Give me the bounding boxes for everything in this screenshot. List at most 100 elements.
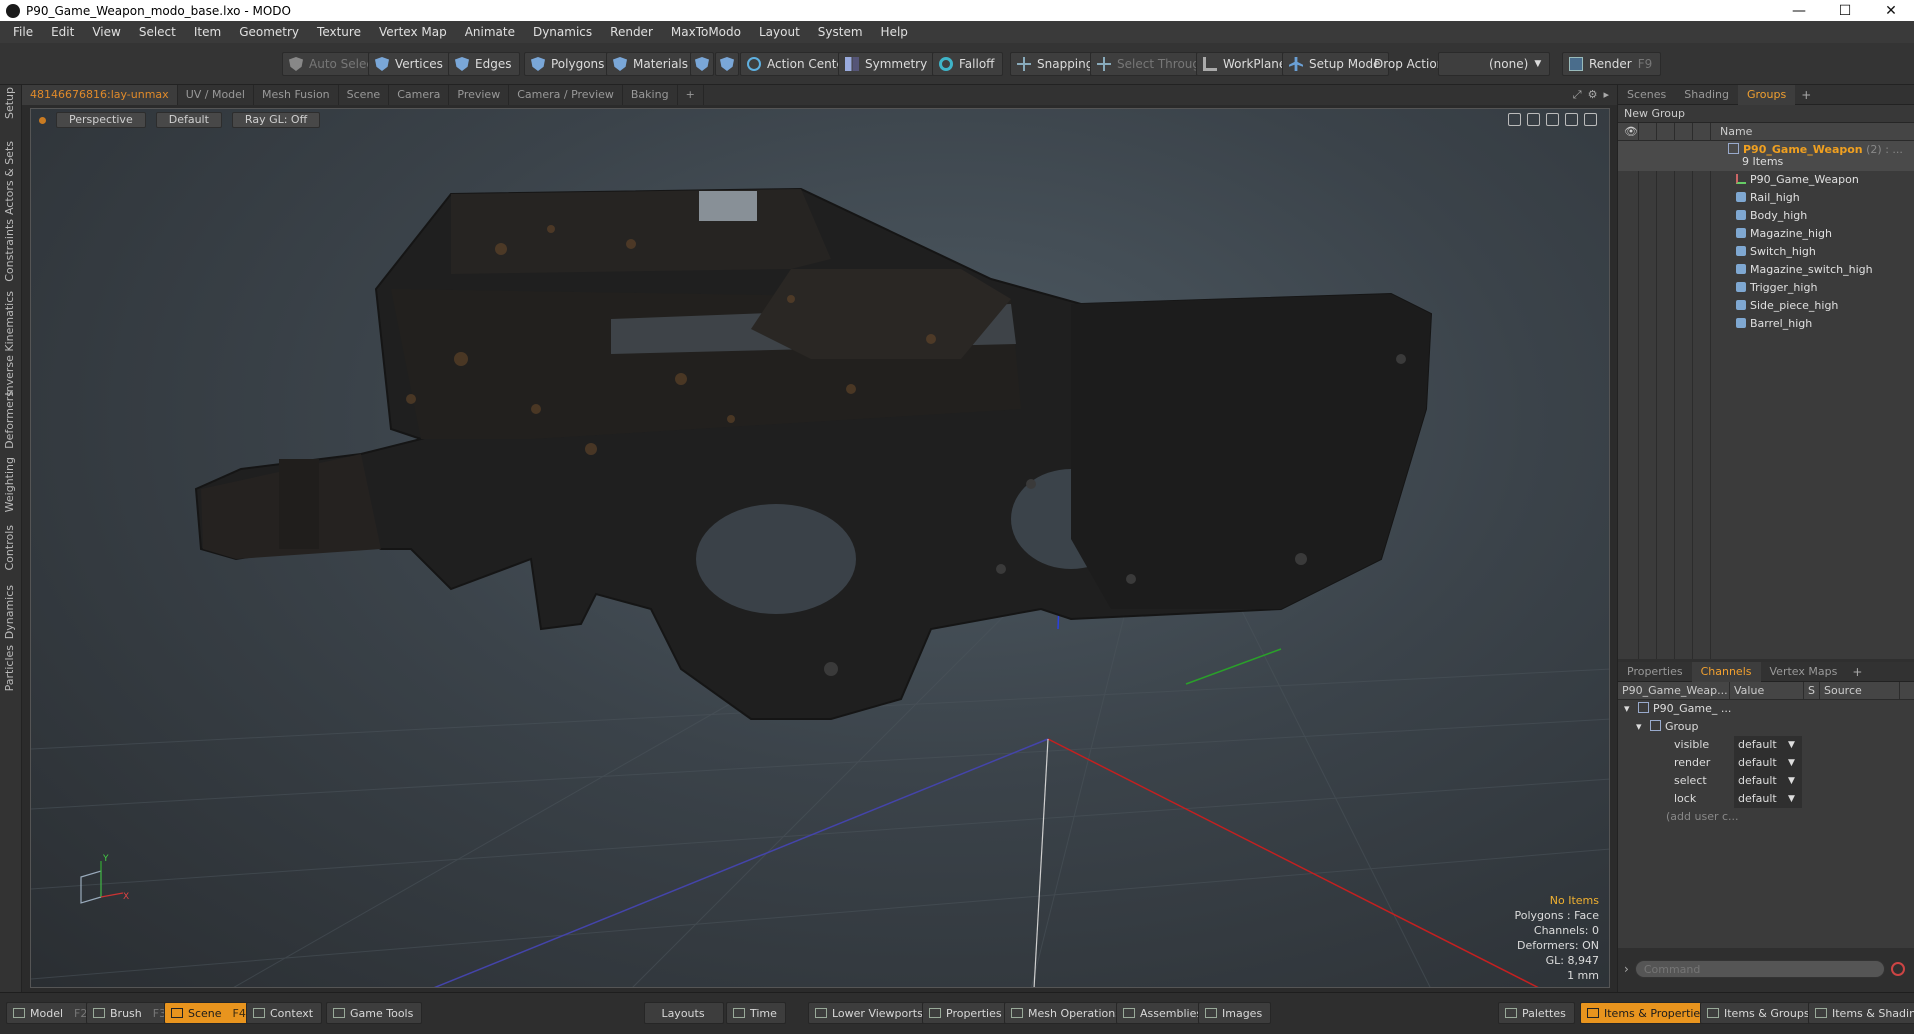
tab-scene[interactable]: Scene (339, 85, 390, 105)
model-layout-button[interactable]: Model F2 (6, 1002, 97, 1024)
materials-button[interactable]: Materials (606, 52, 698, 76)
chevron-right-icon[interactable]: › (1624, 962, 1629, 976)
list-item[interactable]: Body_high (1618, 207, 1914, 225)
new-group-button[interactable]: New Group (1618, 105, 1914, 123)
rotate-icon[interactable] (1527, 113, 1540, 126)
list-item[interactable]: Side_piece_high (1618, 297, 1914, 315)
render-button[interactable]: Render F9 (1562, 52, 1662, 76)
channel-root-row[interactable]: ▾ P90_Game_ ... (1618, 700, 1914, 718)
tab-camera-preview[interactable]: Camera / Preview (509, 85, 623, 105)
list-item[interactable]: Magazine_high (1618, 225, 1914, 243)
properties-button[interactable]: Properties (922, 1002, 1011, 1024)
close-button[interactable]: ✕ (1868, 0, 1914, 21)
tab-groups[interactable]: Groups (1737, 84, 1796, 105)
game-tools-button[interactable]: Game Tools (326, 1002, 423, 1024)
tab-constraints[interactable]: Constraints (3, 219, 16, 282)
menu-layout[interactable]: Layout (750, 25, 809, 39)
list-item[interactable]: Trigger_high (1618, 279, 1914, 297)
viewport-options-icon[interactable] (39, 116, 46, 124)
pan-icon[interactable] (1508, 113, 1521, 126)
chevron-right-icon[interactable]: ▸ (1603, 88, 1609, 102)
tab-mesh-fusion[interactable]: Mesh Fusion (254, 85, 339, 105)
menu-help[interactable]: Help (872, 25, 917, 39)
symmetry-button[interactable]: Symmetry (838, 52, 937, 76)
tab-actors-sets[interactable]: Actors & Sets (3, 141, 16, 215)
channel-row-visible[interactable]: visible default ▼ (1618, 736, 1914, 754)
tab-controls[interactable]: Controls (3, 525, 16, 571)
tab-dynamics[interactable]: Dynamics (3, 585, 16, 639)
mesh-operations-button[interactable]: Mesh Operations (1004, 1002, 1130, 1024)
tab-camera[interactable]: Camera (389, 85, 450, 105)
layouts-button[interactable]: Layouts (644, 1002, 724, 1024)
tab-preview[interactable]: Preview (449, 85, 510, 105)
chevron-down-icon[interactable]: ▼ (1788, 736, 1795, 754)
tab-channels[interactable]: Channels (1691, 661, 1761, 682)
tab-inverse-kinematics[interactable]: Inverse Kinematics (3, 291, 16, 396)
selection-mode-button-b[interactable] (715, 52, 739, 76)
tab-baking[interactable]: Baking (623, 85, 678, 105)
add-tab-button[interactable]: + (1795, 88, 1817, 102)
view-mode-button[interactable]: Perspective (56, 112, 146, 128)
chevron-down-icon[interactable]: ▼ (1788, 754, 1795, 772)
eye-icon[interactable]: 👁 (1624, 125, 1638, 138)
tab-uv-model[interactable]: UV / Model (178, 85, 254, 105)
tab-properties[interactable]: Properties (1618, 662, 1692, 682)
menu-select[interactable]: Select (130, 25, 185, 39)
items-shading-button[interactable]: Items & Shading (1808, 1002, 1914, 1024)
channel-row-select[interactable]: select default ▼ (1618, 772, 1914, 790)
zoom-icon[interactable] (1546, 113, 1559, 126)
minimize-button[interactable]: — (1776, 0, 1822, 21)
brush-layout-button[interactable]: Brush F3 (86, 1002, 176, 1024)
channel-row-lock[interactable]: lock default ▼ (1618, 790, 1914, 808)
images-button[interactable]: Images (1198, 1002, 1272, 1024)
palettes-button[interactable]: Palettes (1498, 1002, 1575, 1024)
tab-weighting[interactable]: Weighting (3, 457, 16, 512)
polygons-button[interactable]: Polygons (524, 52, 614, 76)
add-tab-button[interactable]: + (678, 85, 704, 105)
add-tab-button[interactable]: + (1846, 665, 1868, 679)
context-layout-button[interactable]: Context (246, 1002, 323, 1024)
chevron-down-icon[interactable]: ▼ (1788, 772, 1795, 790)
list-item[interactable]: Barrel_high (1618, 315, 1914, 333)
gear-icon[interactable]: ⚙ (1588, 88, 1598, 102)
chevron-down-icon[interactable]: ▼ (1788, 790, 1795, 808)
menu-file[interactable]: File (4, 25, 42, 39)
menu-system[interactable]: System (809, 25, 872, 39)
menu-view[interactable]: View (83, 25, 129, 39)
assemblies-button[interactable]: Assemblies (1116, 1002, 1212, 1024)
shading-mode-button[interactable]: Default (155, 112, 222, 128)
channel-group-row[interactable]: ▾ Group (1618, 718, 1914, 736)
chevron-down-icon[interactable]: ▾ (1636, 718, 1642, 736)
add-user-channel-row[interactable]: (add user c... (1618, 808, 1914, 826)
channel-row-render[interactable]: render default ▼ (1618, 754, 1914, 772)
menu-animate[interactable]: Animate (456, 25, 524, 39)
viewport-gear-icon[interactable] (1584, 113, 1597, 126)
scene-layout-button[interactable]: Scene F4 (164, 1002, 255, 1024)
menu-item[interactable]: Item (185, 25, 230, 39)
vertices-button[interactable]: Vertices (368, 52, 452, 76)
edges-button[interactable]: Edges (448, 52, 521, 76)
fit-icon[interactable] (1565, 113, 1578, 126)
tab-vertex-maps[interactable]: Vertex Maps (1761, 662, 1847, 682)
selection-mode-button-a[interactable] (690, 52, 714, 76)
lower-viewports-button[interactable]: Lower Viewports (808, 1002, 932, 1024)
command-input[interactable] (1634, 960, 1885, 978)
ray-gl-button[interactable]: Ray GL: Off (231, 112, 321, 128)
list-item[interactable]: Switch_high (1618, 243, 1914, 261)
tab-setup[interactable]: Setup (3, 87, 16, 119)
record-icon[interactable] (1890, 962, 1905, 976)
drop-action-select[interactable]: (none) ▼ (1438, 52, 1550, 76)
time-button[interactable]: Time (726, 1002, 786, 1024)
snapping-button[interactable]: Snapping (1010, 52, 1103, 76)
menu-render[interactable]: Render (601, 25, 662, 39)
chevron-down-icon[interactable]: ▾ (1624, 700, 1630, 718)
list-item[interactable]: P90_Game_Weapon (1618, 171, 1914, 189)
menu-texture[interactable]: Texture (308, 25, 370, 39)
falloff-button[interactable]: Falloff (932, 52, 1004, 76)
group-row[interactable]: P90_Game_Weapon (2) : ... 9 Items (1618, 141, 1914, 171)
items-properties-button[interactable]: Items & Properties (1580, 1002, 1715, 1024)
menu-dynamics[interactable]: Dynamics (524, 25, 601, 39)
tab-shading[interactable]: Shading (1675, 85, 1738, 105)
expand-icon[interactable]: ⤢ (1573, 88, 1582, 102)
tab-scenes[interactable]: Scenes (1618, 85, 1675, 105)
